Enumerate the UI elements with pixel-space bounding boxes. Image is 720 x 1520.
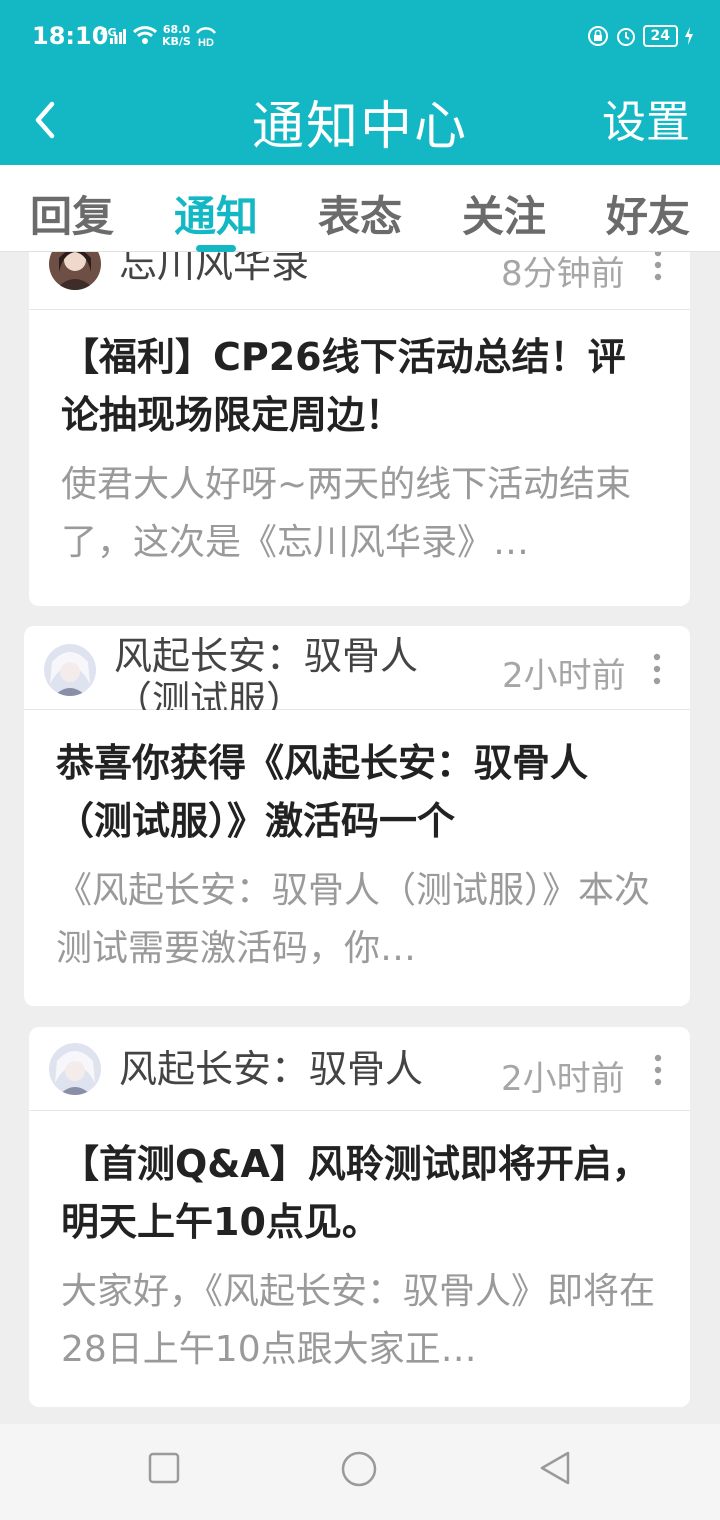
post-time: 2小时前 [501,1059,625,1099]
back-nav-icon[interactable] [538,1450,572,1486]
notification-card[interactable]: 忘川风华录 8分钟前 【福利】CP26线下活动总结！评论抽现场限定周边！ 使君大… [29,252,690,606]
lock-rotation-icon [587,26,608,46]
notification-title[interactable]: 【首测Q&A】风聆测试即将开启，明天上午10点见。 [61,1135,661,1251]
notification-title[interactable]: 恭喜你获得《风起长安：驭骨人（测试服）》激活码一个 [56,734,656,850]
more-options-icon[interactable] [652,652,662,686]
post-time: 8分钟前 [501,254,625,294]
card-header: 风起长安：驭骨人（测试服） 2小时前 [24,626,690,710]
system-nav-bar [0,1424,720,1520]
battery-level: 24 [642,25,678,47]
author-name[interactable]: 风起长安：驭骨人 [119,1047,423,1091]
card-header: 风起长安：驭骨人 2小时前 [29,1027,690,1111]
signal-icon [110,29,126,44]
notification-snippet: 使君大人好呀~两天的线下活动结束了，这次是《忘川风华录》… [61,464,632,563]
author-name[interactable]: 忘川风华录 [119,252,309,286]
avatar[interactable] [44,644,96,696]
more-options-icon[interactable] [653,1053,663,1087]
status-right-icons: 24 [587,24,694,48]
wifi-icon [132,26,158,44]
settings-button[interactable]: 设置 [602,86,690,150]
post-time: 2小时前 [502,656,626,696]
tab-reply[interactable]: 回复 [30,183,114,244]
hd-icon: HD [195,27,217,48]
tab-bar: 回复 通知 表态 关注 好友 [0,165,720,252]
notification-card[interactable]: 风起长安：驭骨人（测试服） 2小时前 恭喜你获得《风起长安：驭骨人（测试服）》激… [24,626,690,1006]
notification-card[interactable]: 风起长安：驭骨人 2小时前 【首测Q&A】风聆测试即将开启，明天上午10点见。 … [29,1027,690,1407]
tab-follow[interactable]: 关注 [462,183,546,244]
home-icon[interactable] [340,1450,378,1488]
alarm-icon [616,28,635,46]
avatar[interactable] [49,252,101,290]
app-header: 通知中心 设置 [0,72,720,165]
more-options-icon[interactable] [653,252,663,282]
tab-notice[interactable]: 通知 [174,183,258,244]
status-time: 18:10 [32,22,109,50]
status-bar: 18:10 4G 68.0 KB/S HD 24 [0,0,720,72]
notification-list[interactable]: 忘川风华录 8分钟前 【福利】CP26线下活动总结！评论抽现场限定周边！ 使君大… [0,252,720,1424]
recent-apps-icon[interactable] [148,1452,180,1484]
notification-snippet: 大家好，《风起长安：驭骨人》即将在28日上午10点跟大家正… [61,1271,656,1370]
avatar[interactable] [49,1043,101,1095]
author-name[interactable]: 风起长安：驭骨人（测试服） [114,634,454,710]
tab-reaction[interactable]: 表态 [318,183,402,244]
tab-active-indicator [196,245,236,252]
svg-text:HD: HD [198,37,214,48]
notification-title[interactable]: 【福利】CP26线下活动总结！评论抽现场限定周边！ [61,328,661,444]
network-speed: 68.0 KB/S [162,23,191,48]
card-header: 忘川风华录 8分钟前 [29,252,690,310]
notification-snippet: 《风起长安：驭骨人（测试服）》本次测试需要激活码，你… [56,870,651,969]
charging-icon [685,27,693,45]
tab-friends[interactable]: 好友 [606,183,690,244]
